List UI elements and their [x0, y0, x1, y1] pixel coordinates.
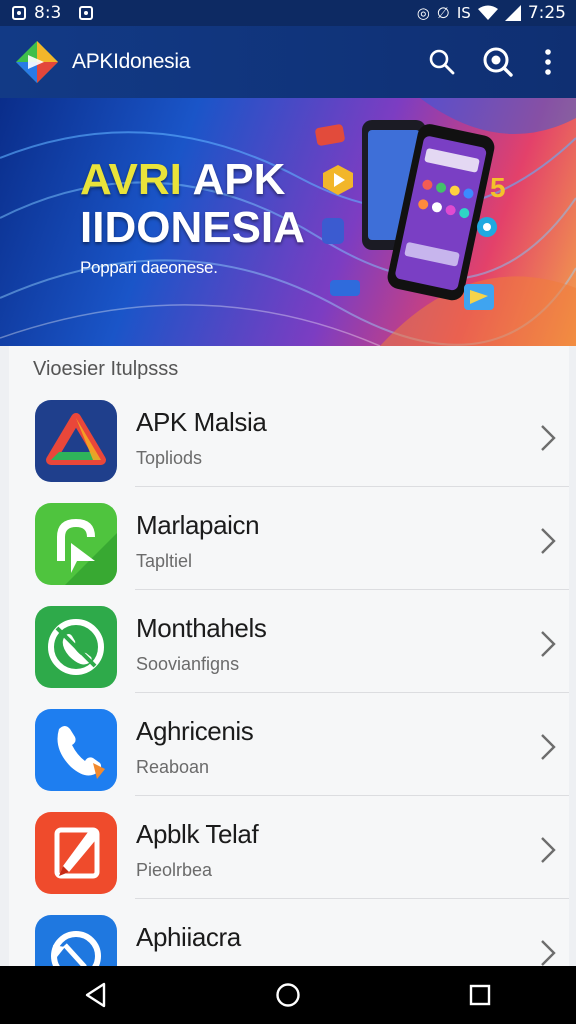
more-options-button[interactable] — [526, 34, 570, 90]
home-icon — [276, 983, 300, 1007]
app-subtitle: Soovianfigns — [136, 654, 240, 674]
chevron-right-icon — [541, 528, 556, 554]
play-badge-icon — [323, 165, 353, 195]
refresh-circle-icon — [35, 915, 117, 966]
app-bar: APKIdonesia — [0, 26, 576, 98]
recents-icon — [469, 984, 491, 1006]
app-name: APK Malsia — [136, 407, 267, 437]
wifi-icon — [477, 5, 498, 20]
app-subtitle: Tapltiel — [136, 551, 193, 571]
no-signal-icon: ∅ — [436, 3, 450, 22]
apps-list-card: Vioesier Itulpsss APK Malsia Topliods Ma… — [9, 346, 569, 966]
recents-button[interactable] — [450, 966, 510, 1024]
app-name: Aghricenis — [136, 716, 254, 746]
more-vert-icon — [545, 49, 551, 75]
status-time-left: 8:3 — [34, 3, 62, 23]
app-logo-icon — [16, 41, 58, 83]
banner-subtitle: Poppari daeonese. — [80, 258, 218, 277]
banner-number-badge: 5 — [490, 172, 506, 203]
app-name: Aphiiacra — [136, 922, 241, 952]
promo-banner[interactable]: AVRI APK IIDONESIA Poppari daeonese. 5 — [0, 98, 576, 346]
list-item[interactable]: Aghricenis Reaboan — [9, 693, 569, 796]
app-name: Monthahels — [136, 613, 267, 643]
back-icon — [85, 982, 106, 1008]
chevron-right-icon — [541, 425, 556, 451]
list-item[interactable]: Aphiiacra — [9, 899, 569, 966]
app-name: Marlapaicn — [136, 510, 260, 540]
alarm-icon: ◎ — [416, 3, 430, 22]
search-icon — [429, 49, 455, 75]
status-bar: 8:3 ◎ ∅ IS 7:25 — [0, 0, 576, 26]
pen-icon — [35, 812, 117, 894]
navigation-bar — [0, 966, 576, 1024]
chat-badge-icon — [477, 217, 497, 237]
app-subtitle: Reaboan — [136, 757, 210, 777]
chevron-right-icon — [541, 734, 556, 760]
app-subtitle: Pieolrbea — [136, 860, 213, 880]
signal-icon — [504, 5, 521, 21]
list-item[interactable]: APK Malsia Topliods — [9, 384, 569, 487]
phone-icon — [35, 709, 117, 791]
app-name: Apblk Telaf — [136, 819, 259, 849]
section-header: Vioesier Itulpsss — [33, 358, 179, 380]
app-subtitle: Topliods — [136, 448, 203, 468]
list-item[interactable]: Marlapaicn Tapltiel — [9, 487, 569, 590]
zoom-search-button[interactable] — [470, 34, 526, 90]
search-button[interactable] — [414, 34, 470, 90]
chevron-right-icon — [541, 940, 556, 966]
list-item[interactable]: Monthahels Soovianfigns — [9, 590, 569, 693]
chevron-right-icon — [541, 631, 556, 657]
back-button[interactable] — [66, 966, 126, 1024]
home-button[interactable] — [258, 966, 318, 1024]
notification-icon — [12, 6, 26, 20]
red-delta-icon — [35, 400, 117, 482]
zoom-search-icon — [483, 47, 513, 77]
chevron-right-icon — [541, 837, 556, 863]
app-title: APKIdonesia — [72, 50, 191, 73]
folder-badge-icon — [464, 284, 494, 310]
phone-circle-icon — [35, 606, 117, 688]
status-indicator-text: IS — [456, 3, 471, 22]
hand-arrow-icon — [35, 503, 117, 585]
phones-illustration — [315, 120, 495, 301]
status-time-right: 7:25 — [527, 3, 566, 23]
banner-title: AVRI APK IIDONESIA — [80, 155, 305, 252]
list-item[interactable]: Apblk Telaf Pieolrbea — [9, 796, 569, 899]
image-notification-icon — [79, 6, 94, 20]
